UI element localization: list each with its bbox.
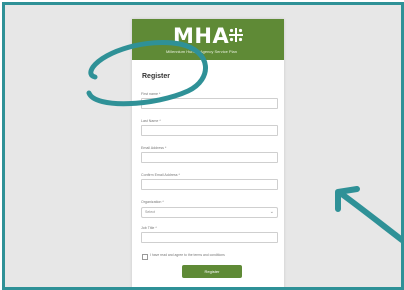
- organization-placeholder: Select: [145, 210, 155, 214]
- organization-select[interactable]: Select ⌄: [141, 207, 278, 218]
- email-label: Email Address *: [141, 146, 167, 150]
- chevron-down-icon: ⌄: [269, 209, 274, 215]
- arrow-head: [335, 186, 360, 212]
- confirm-email-input[interactable]: [141, 179, 278, 190]
- curved-arrow-icon: [336, 189, 401, 243]
- last-name-label: Last Name *: [141, 119, 161, 123]
- brand-banner: MHA Millennium Human Agency Service Plan: [132, 19, 284, 60]
- first-name-input[interactable]: [141, 98, 278, 109]
- job-title-input[interactable]: [141, 232, 278, 243]
- terms-checkbox-label: I have read and agree to the terms and c…: [150, 253, 225, 257]
- register-card: MHA Millennium Human Agency Service Plan…: [132, 19, 284, 287]
- organization-label: Organization *: [141, 200, 164, 204]
- form-title: Register: [142, 73, 171, 80]
- job-title-label: Job Title *: [141, 226, 157, 230]
- register-button[interactable]: Register: [182, 265, 242, 278]
- terms-checkbox[interactable]: [142, 254, 148, 260]
- screenshot-frame: MHA Millennium Human Agency Service Plan…: [2, 2, 404, 290]
- last-name-input[interactable]: [141, 125, 278, 136]
- brand-logo: MHA: [173, 24, 230, 48]
- cross-dots-icon: [229, 28, 243, 42]
- email-input[interactable]: [141, 152, 278, 163]
- brand-tagline: Millennium Human Agency Service Plan: [166, 49, 237, 54]
- first-name-label: First name *: [141, 92, 161, 96]
- confirm-email-label: Confirm Email Address *: [141, 173, 180, 177]
